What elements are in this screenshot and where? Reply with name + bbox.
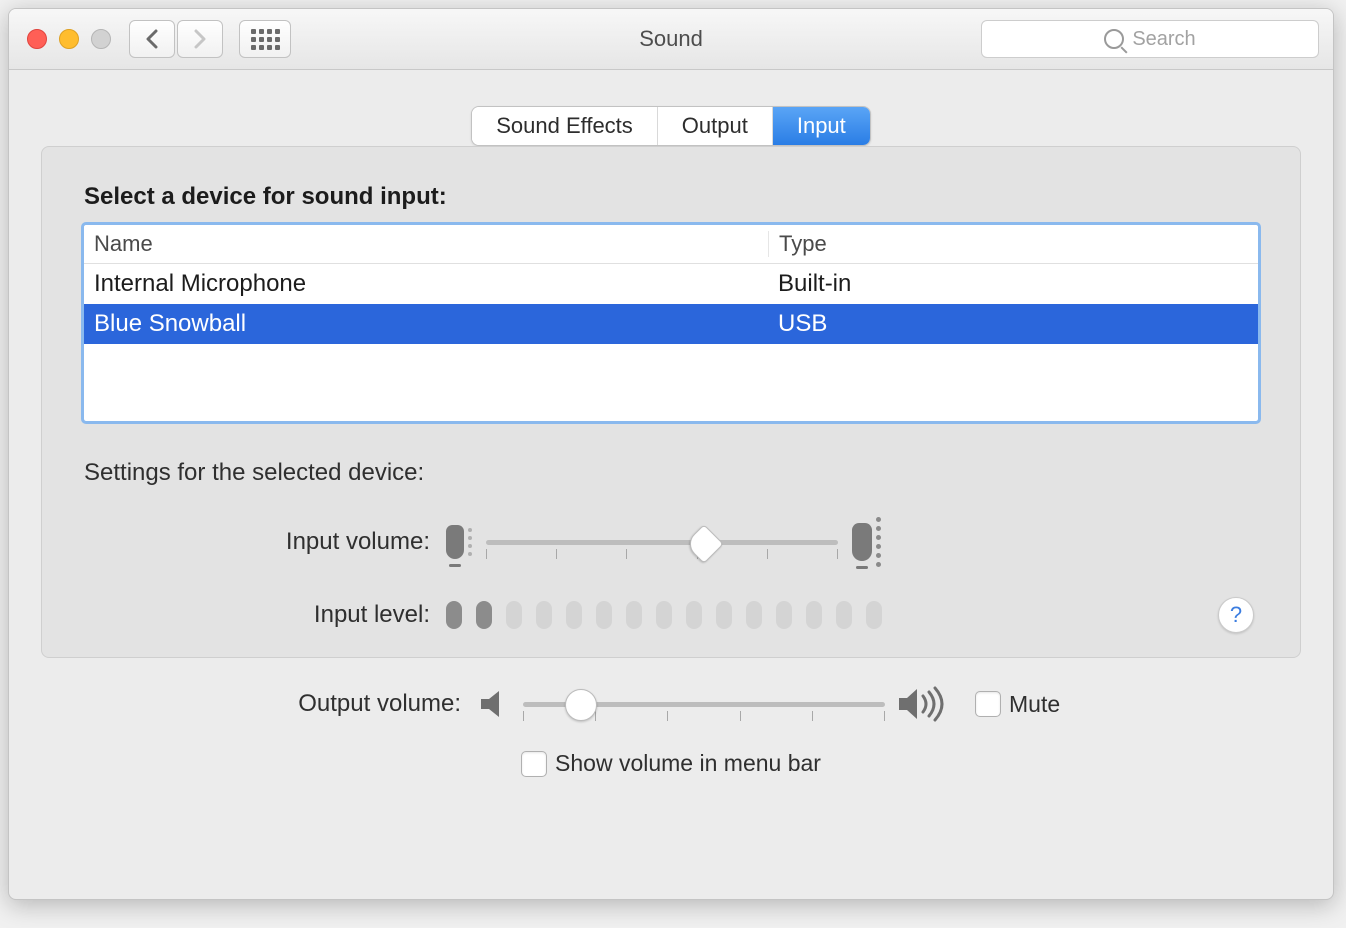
footer: Output volume: xyxy=(41,658,1301,787)
mute-checkbox[interactable] xyxy=(975,691,1001,717)
input-volume-slider[interactable] xyxy=(486,524,838,560)
minimize-window-button[interactable] xyxy=(59,29,79,49)
nav-buttons xyxy=(129,20,223,58)
level-bar xyxy=(626,601,642,629)
device-name: Internal Microphone xyxy=(84,270,768,298)
menubar-volume-checkbox[interactable] xyxy=(521,751,547,777)
tab-input[interactable]: Input xyxy=(773,107,870,145)
tab-sound-effects[interactable]: Sound Effects xyxy=(472,107,658,145)
zoom-window-button[interactable] xyxy=(91,29,111,49)
tab-output[interactable]: Output xyxy=(658,107,773,145)
device-row[interactable]: Internal Microphone Built-in xyxy=(84,264,1258,304)
grid-icon xyxy=(251,29,280,50)
help-button[interactable]: ? xyxy=(1218,597,1254,633)
level-bar xyxy=(776,601,792,629)
speaker-high-icon xyxy=(897,684,953,724)
window-title: Sound xyxy=(639,26,703,52)
forward-button[interactable] xyxy=(177,20,223,58)
level-bar xyxy=(836,601,852,629)
level-bar xyxy=(686,601,702,629)
column-type[interactable]: Type xyxy=(769,231,1258,257)
input-volume-label: Input volume: xyxy=(84,528,446,556)
search-icon xyxy=(1104,29,1124,49)
device-type: USB xyxy=(768,310,1258,338)
mic-quiet-icon xyxy=(446,525,472,559)
input-panel: Select a device for sound input: Name Ty… xyxy=(41,146,1301,658)
slider-thumb[interactable] xyxy=(565,689,597,721)
titlebar: Sound Search xyxy=(9,9,1333,70)
window-controls xyxy=(27,29,111,49)
sound-preferences-window: Sound Search Sound Effects Output Input … xyxy=(8,8,1334,900)
device-table-header: Name Type xyxy=(84,225,1258,264)
input-volume-row: Input volume: xyxy=(84,517,1258,567)
level-bar xyxy=(566,601,582,629)
mute-label: Mute xyxy=(1009,691,1060,718)
device-table[interactable]: Name Type Internal Microphone Built-in B… xyxy=(84,225,1258,421)
level-bar xyxy=(536,601,552,629)
level-bar xyxy=(476,601,492,629)
show-all-button[interactable] xyxy=(239,20,291,58)
speaker-low-icon xyxy=(477,687,511,721)
device-name: Blue Snowball xyxy=(84,310,768,338)
mic-loud-icon xyxy=(852,517,881,567)
close-window-button[interactable] xyxy=(27,29,47,49)
level-bar xyxy=(866,601,882,629)
level-bar xyxy=(746,601,762,629)
input-level-label: Input level: xyxy=(84,601,446,629)
select-device-heading: Select a device for sound input: xyxy=(84,183,1258,211)
device-row[interactable]: Blue Snowball USB xyxy=(84,304,1258,344)
content-area: Sound Effects Output Input Select a devi… xyxy=(9,70,1333,797)
level-bar xyxy=(806,601,822,629)
level-bar xyxy=(506,601,522,629)
input-level-meter xyxy=(446,601,882,629)
back-button[interactable] xyxy=(129,20,175,58)
device-type: Built-in xyxy=(768,270,1258,298)
output-volume-slider[interactable] xyxy=(523,686,885,722)
input-level-row: Input level: xyxy=(84,601,1258,629)
level-bar xyxy=(656,601,672,629)
level-bar xyxy=(596,601,612,629)
level-bar xyxy=(446,601,462,629)
tab-bar: Sound Effects Output Input xyxy=(471,106,871,146)
level-bar xyxy=(716,601,732,629)
search-field[interactable]: Search xyxy=(981,20,1319,58)
output-volume-label: Output volume: xyxy=(101,690,477,718)
settings-heading: Settings for the selected device: xyxy=(84,459,1258,487)
column-name[interactable]: Name xyxy=(84,231,769,257)
search-placeholder: Search xyxy=(1132,28,1195,51)
menubar-volume-label: Show volume in menu bar xyxy=(555,750,821,777)
